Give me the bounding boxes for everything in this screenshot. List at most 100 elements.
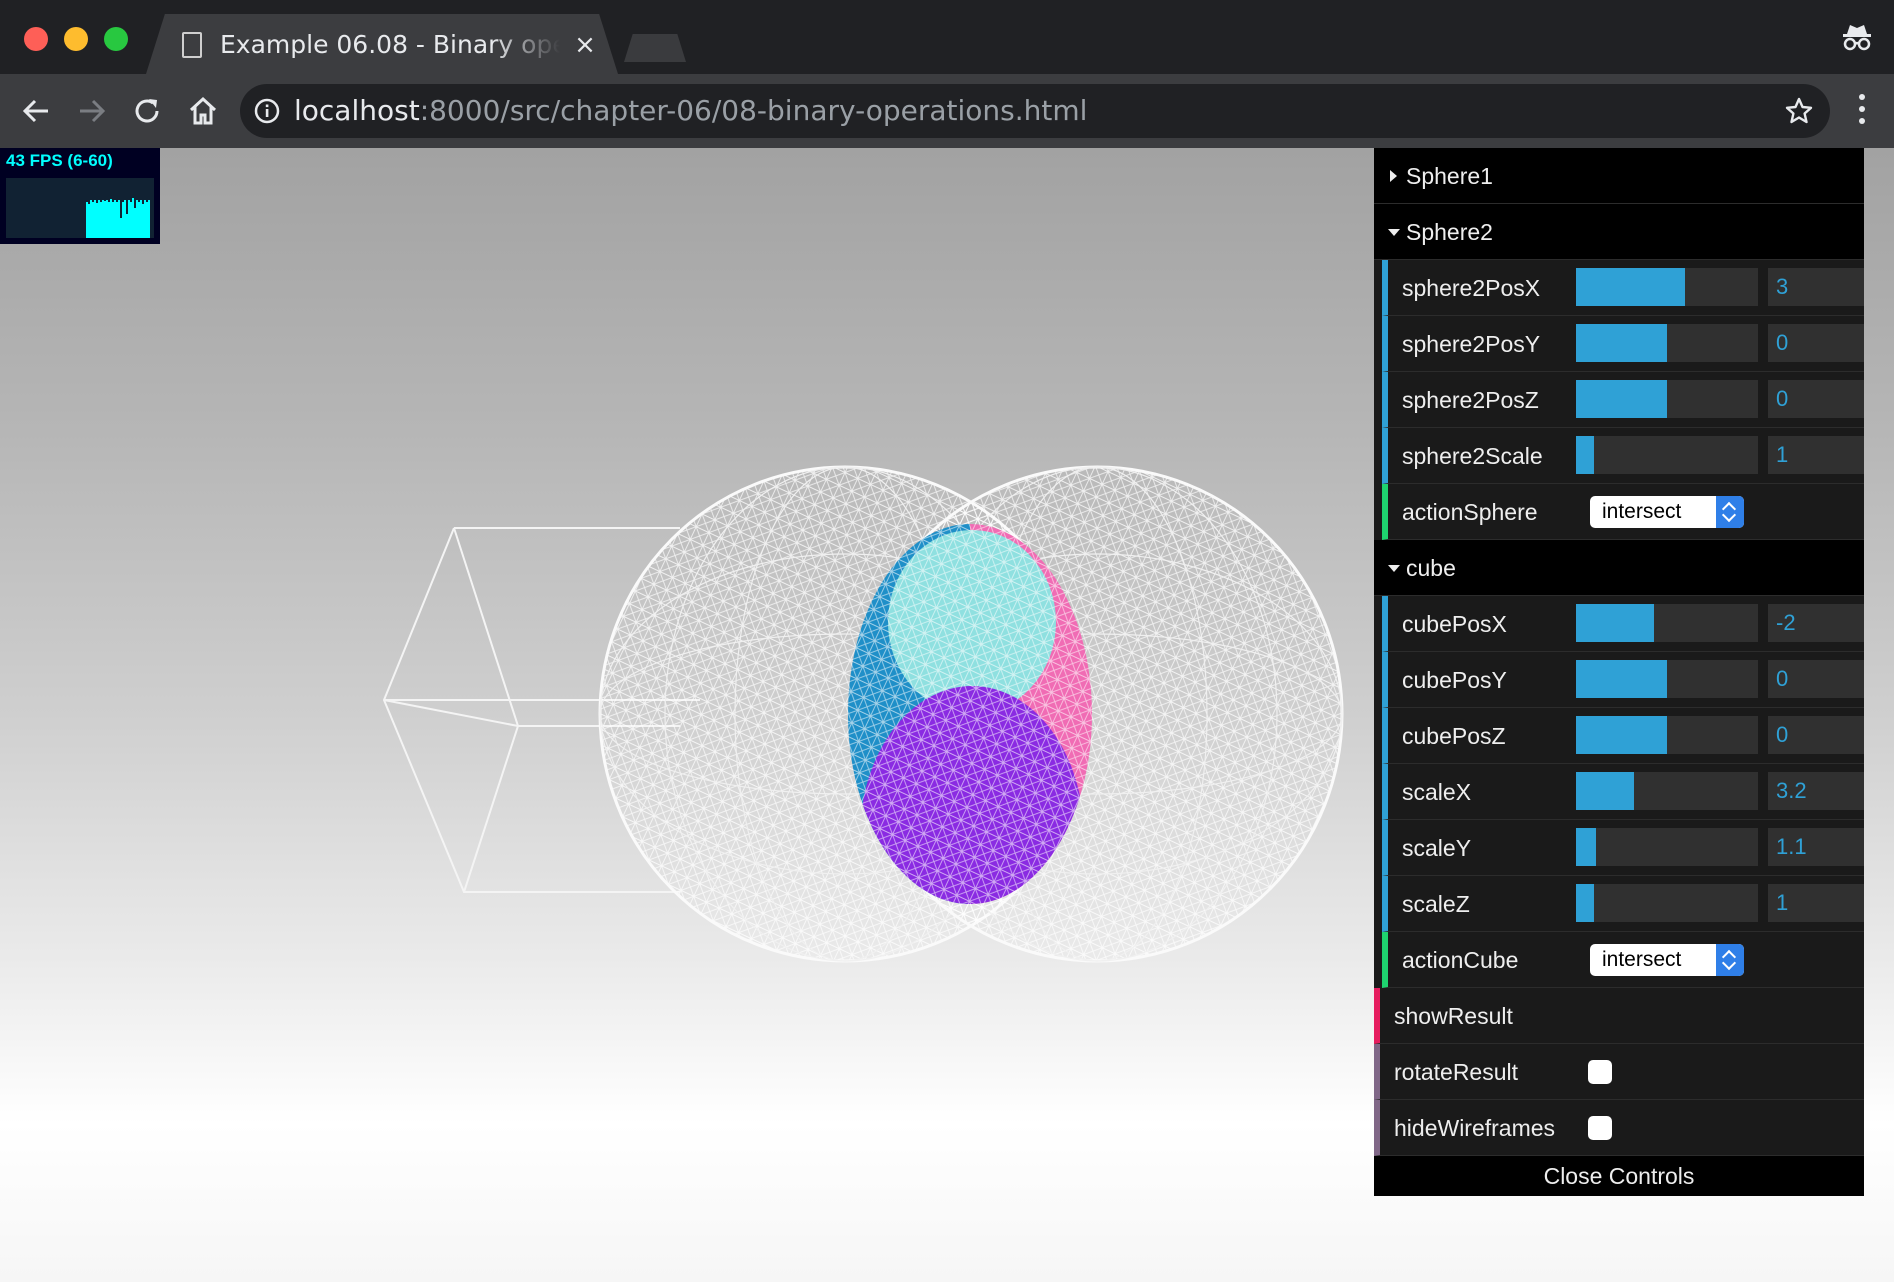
slider[interactable] bbox=[1576, 884, 1758, 922]
number-input[interactable]: -2 bbox=[1768, 604, 1864, 642]
rotate-result-checkbox[interactable] bbox=[1588, 1060, 1612, 1084]
control-label: rotateResult bbox=[1394, 1059, 1519, 1085]
slider[interactable] bbox=[1576, 772, 1758, 810]
slider-fill bbox=[1576, 604, 1655, 642]
slider[interactable] bbox=[1576, 436, 1758, 474]
arrow-right-icon[interactable] bbox=[72, 92, 110, 130]
slider-fill bbox=[1576, 268, 1686, 306]
fps-readout: 43 FPS (6-60) bbox=[6, 151, 113, 170]
arrow-left-icon[interactable] bbox=[18, 92, 56, 130]
slider[interactable] bbox=[1576, 324, 1758, 362]
browser-toolbar: localhost:8000/src/chapter-06/08-binary-… bbox=[0, 74, 1894, 148]
slider-fill bbox=[1576, 716, 1667, 754]
number-input[interactable]: 0 bbox=[1768, 716, 1864, 754]
fps-graph bbox=[6, 178, 154, 238]
slider[interactable] bbox=[1576, 268, 1758, 306]
control-label: cubePosY bbox=[1402, 667, 1507, 693]
slider-fill bbox=[1576, 772, 1635, 810]
control-label: sphere2PosY bbox=[1402, 331, 1541, 357]
url-text: localhost:8000/src/chapter-06/08-binary-… bbox=[294, 84, 1087, 138]
control-scalex: scaleX 3.2 bbox=[1382, 764, 1864, 820]
hide-wireframes-checkbox[interactable] bbox=[1588, 1116, 1612, 1140]
incognito-icon[interactable] bbox=[1840, 20, 1874, 54]
number-input[interactable]: 0 bbox=[1768, 324, 1864, 362]
minimize-window-button[interactable] bbox=[64, 27, 88, 51]
zoom-window-button[interactable] bbox=[104, 27, 128, 51]
document-icon bbox=[182, 32, 202, 58]
fps-stats[interactable]: 43 FPS (6-60) bbox=[0, 148, 160, 244]
address-bar[interactable]: localhost:8000/src/chapter-06/08-binary-… bbox=[240, 84, 1830, 138]
control-label: scaleY bbox=[1402, 835, 1472, 861]
home-icon[interactable] bbox=[184, 92, 222, 130]
webgl-viewport[interactable]: 43 FPS (6-60) Sphere1 Sphere2 sphere2Pos… bbox=[0, 148, 1894, 1282]
slider-fill bbox=[1576, 436, 1595, 474]
caret-right-icon bbox=[1390, 170, 1397, 182]
control-hidewireframes: hideWireframes bbox=[1374, 1100, 1864, 1156]
control-cubeposz: cubePosZ 0 bbox=[1382, 708, 1864, 764]
control-sphere2posz: sphere2PosZ 0 bbox=[1382, 372, 1864, 428]
slider-fill bbox=[1576, 380, 1667, 418]
control-label: actionCube bbox=[1402, 947, 1519, 973]
control-label: scaleZ bbox=[1402, 891, 1470, 917]
close-window-button[interactable] bbox=[24, 27, 48, 51]
info-icon[interactable] bbox=[254, 98, 280, 124]
slider-fill bbox=[1576, 884, 1595, 922]
folder-sphere1[interactable]: Sphere1 bbox=[1374, 148, 1864, 204]
number-input[interactable]: 1 bbox=[1768, 436, 1864, 474]
action-sphere-select[interactable]: intersect bbox=[1590, 496, 1744, 528]
reload-icon[interactable] bbox=[128, 92, 166, 130]
slider[interactable] bbox=[1576, 716, 1758, 754]
tab-title: Example 06.08 - Binary operations bbox=[220, 30, 560, 59]
window-titlebar: Example 06.08 - Binary operations × bbox=[0, 0, 1894, 74]
control-label: scaleX bbox=[1402, 779, 1472, 805]
folder-sphere2[interactable]: Sphere2 bbox=[1374, 204, 1864, 260]
show-result-button[interactable]: showResult bbox=[1374, 988, 1864, 1044]
tab-active[interactable]: Example 06.08 - Binary operations × bbox=[146, 14, 618, 74]
control-label: cubePosX bbox=[1402, 611, 1507, 637]
slider[interactable] bbox=[1576, 828, 1758, 866]
control-rotateresult: rotateResult bbox=[1374, 1044, 1864, 1100]
slider[interactable] bbox=[1576, 660, 1758, 698]
control-scaley: scaleY 1.1 bbox=[1382, 820, 1864, 876]
control-label: hideWireframes bbox=[1394, 1115, 1556, 1141]
new-tab-button[interactable] bbox=[624, 34, 686, 62]
select-arrows-icon bbox=[1716, 944, 1744, 976]
slider[interactable] bbox=[1576, 380, 1758, 418]
caret-down-icon bbox=[1388, 565, 1400, 572]
folder-title: cube bbox=[1406, 555, 1456, 581]
number-input[interactable]: 1 bbox=[1768, 884, 1864, 922]
control-sphere2scale: sphere2Scale 1 bbox=[1382, 428, 1864, 484]
slider-fill bbox=[1576, 828, 1597, 866]
select-value: intersect bbox=[1602, 500, 1682, 523]
number-input[interactable]: 3.2 bbox=[1768, 772, 1864, 810]
close-controls-button[interactable]: Close Controls bbox=[1374, 1156, 1864, 1196]
caret-down-icon bbox=[1388, 229, 1400, 236]
select-arrows-icon bbox=[1716, 496, 1744, 528]
control-label: sphere2PosZ bbox=[1402, 387, 1539, 413]
number-input[interactable]: 1.1 bbox=[1768, 828, 1864, 866]
controls-panel: Sphere1 Sphere2 sphere2PosX 3 sphere2Pos… bbox=[1374, 148, 1864, 1196]
control-actionsphere: actionSphere intersect bbox=[1382, 484, 1864, 540]
kebab-menu-icon[interactable] bbox=[1858, 94, 1866, 128]
number-input[interactable]: 3 bbox=[1768, 268, 1864, 306]
number-input[interactable]: 0 bbox=[1768, 380, 1864, 418]
slider[interactable] bbox=[1576, 604, 1758, 642]
folder-title: Sphere1 bbox=[1406, 163, 1493, 189]
control-scalez: scaleZ 1 bbox=[1382, 876, 1864, 932]
control-label: showResult bbox=[1394, 1003, 1513, 1029]
folder-title: Sphere2 bbox=[1406, 219, 1493, 245]
control-cubeposy: cubePosY 0 bbox=[1382, 652, 1864, 708]
slider-fill bbox=[1576, 660, 1667, 698]
star-icon[interactable] bbox=[1784, 96, 1814, 126]
control-sphere2posx: sphere2PosX 3 bbox=[1382, 260, 1864, 316]
number-input[interactable]: 0 bbox=[1768, 660, 1864, 698]
tab-close-icon[interactable]: × bbox=[570, 28, 600, 62]
control-actioncube: actionCube intersect bbox=[1382, 932, 1864, 988]
action-cube-select[interactable]: intersect bbox=[1590, 944, 1744, 976]
select-value: intersect bbox=[1602, 948, 1682, 971]
control-label: sphere2Scale bbox=[1402, 443, 1543, 469]
control-sphere2posy: sphere2PosY 0 bbox=[1382, 316, 1864, 372]
control-label: cubePosZ bbox=[1402, 723, 1506, 749]
folder-cube[interactable]: cube bbox=[1374, 540, 1864, 596]
url-host: localhost bbox=[294, 94, 420, 127]
